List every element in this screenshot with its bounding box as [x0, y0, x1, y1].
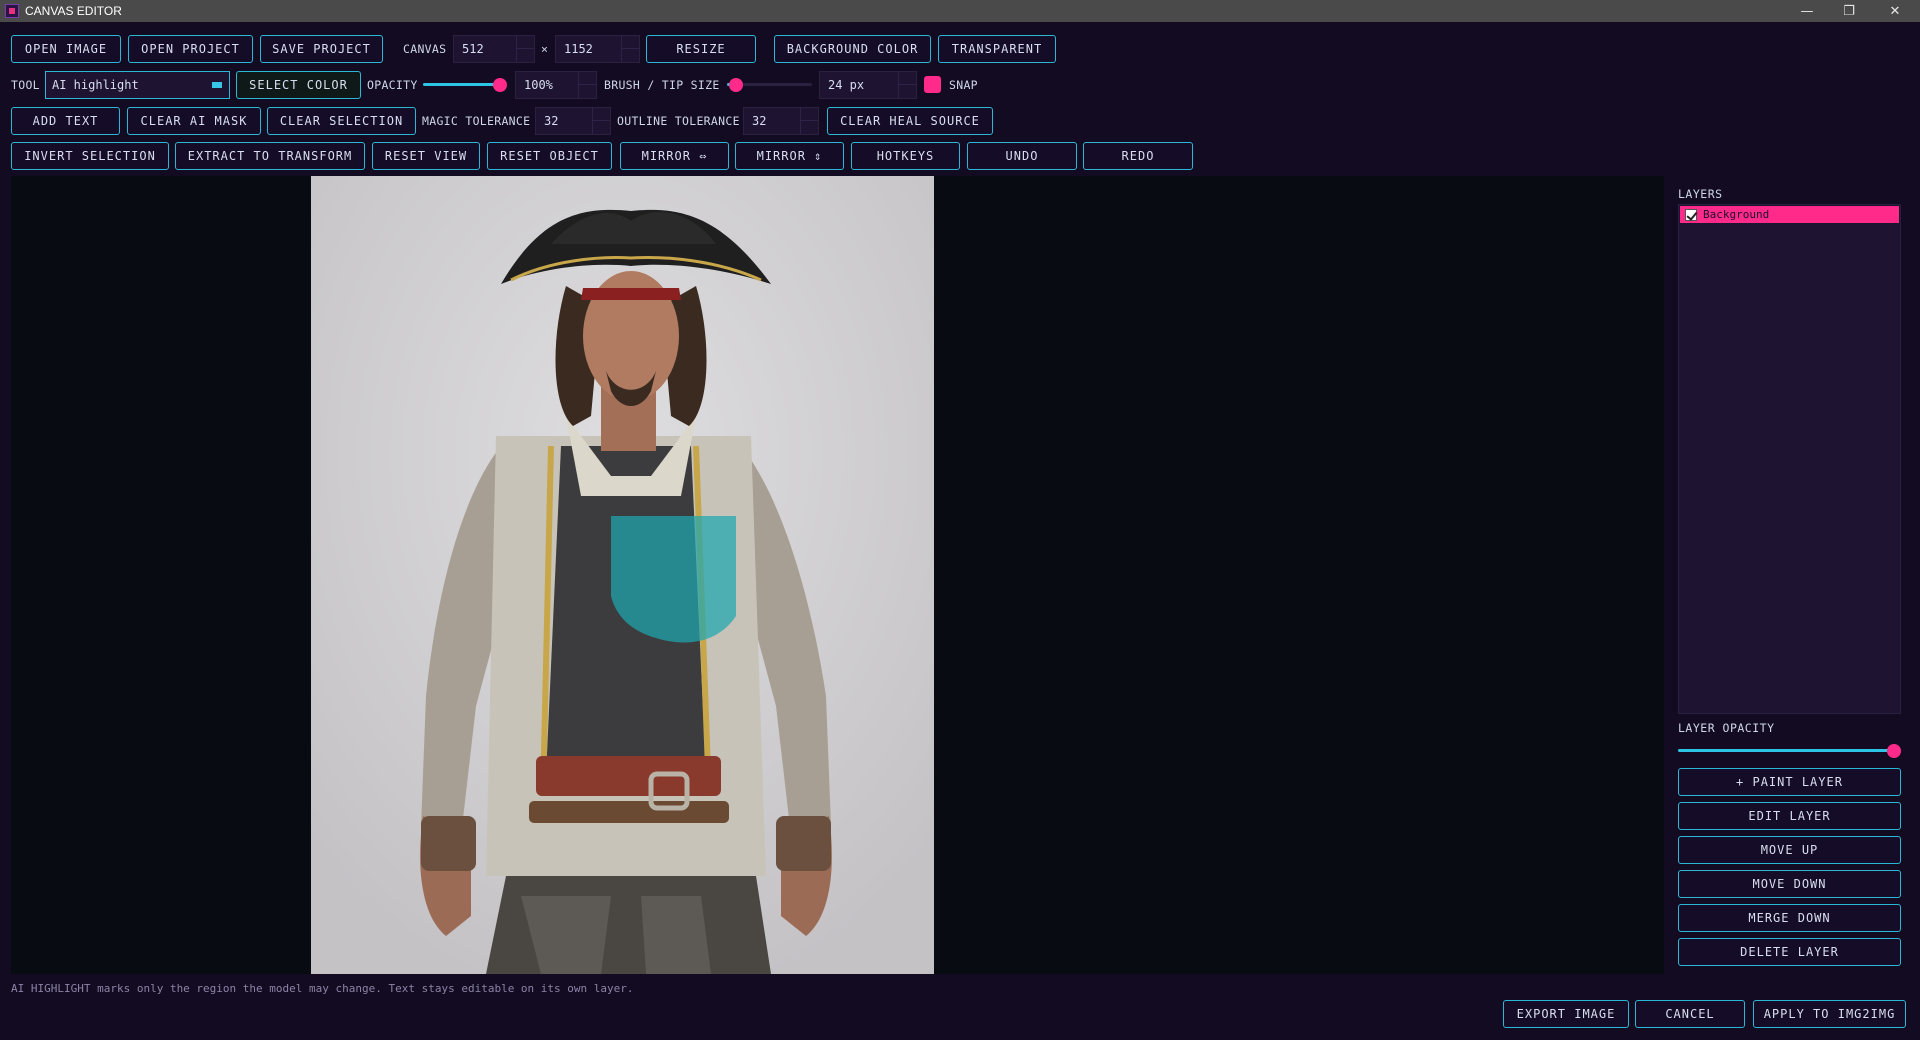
cancel-button[interactable]: CANCEL — [1635, 1000, 1745, 1028]
opacity-spinner[interactable] — [578, 72, 596, 98]
clear-ai-mask-button[interactable]: CLEAR AI MASK — [127, 107, 261, 135]
edit-layer-button[interactable]: EDIT LAYER — [1678, 802, 1901, 830]
canvas-width-spinner[interactable] — [516, 36, 534, 62]
mirror-vertical-button[interactable]: MIRROR ⇕ — [735, 142, 844, 170]
layer-visibility-checkbox[interactable] — [1685, 208, 1697, 221]
canvas-width-value: 512 — [462, 42, 484, 56]
opacity-handle[interactable] — [493, 78, 507, 92]
export-image-button[interactable]: EXPORT IMAGE — [1503, 1000, 1629, 1028]
opacity-value: 100% — [524, 78, 553, 92]
brush-size-spinner[interactable] — [898, 72, 916, 98]
reset-view-button[interactable]: RESET VIEW — [372, 142, 480, 170]
hint-text: AI HIGHLIGHT marks only the region the m… — [11, 982, 634, 995]
background-color-button[interactable]: BACKGROUND COLOR — [774, 35, 931, 63]
delete-layer-button[interactable]: DELETE LAYER — [1678, 938, 1901, 966]
brush-size-handle[interactable] — [728, 78, 743, 92]
magic-tolerance-field[interactable]: 32 — [535, 107, 611, 135]
magic-tolerance-label: MAGIC TOLERANCE — [422, 114, 531, 128]
snap-label: SNAP — [949, 78, 978, 92]
title-bar: CANVAS EDITOR — ❐ ✕ — [0, 0, 1920, 22]
tool-label: TOOL — [11, 78, 40, 92]
layer-name: Background — [1703, 208, 1770, 221]
canvas-image[interactable] — [311, 176, 934, 974]
outline-tolerance-spinner[interactable] — [800, 108, 818, 134]
reset-object-button[interactable]: RESET OBJECT — [487, 142, 612, 170]
canvas-height-value: 1152 — [564, 42, 593, 56]
minimize-icon[interactable]: — — [1784, 0, 1830, 22]
clear-selection-button[interactable]: CLEAR SELECTION — [267, 107, 416, 135]
outline-tolerance-value: 32 — [752, 114, 767, 128]
opacity-slider[interactable] — [423, 76, 507, 94]
opacity-label: OPACITY — [367, 78, 418, 92]
select-color-button[interactable]: SELECT COLOR — [236, 71, 361, 99]
layer-opacity-handle[interactable] — [1887, 744, 1901, 758]
pirate-illustration — [311, 176, 934, 974]
ai-mask-region — [611, 516, 736, 643]
apply-to-img2img-button[interactable]: APPLY TO IMG2IMG — [1753, 1000, 1906, 1028]
redo-button[interactable]: REDO — [1083, 142, 1193, 170]
times-label: × — [541, 42, 549, 56]
opacity-fill — [423, 83, 500, 86]
tool-select[interactable]: AI highlight — [45, 71, 230, 99]
transparent-button[interactable]: TRANSPARENT — [938, 35, 1056, 63]
resize-button[interactable]: RESIZE — [646, 35, 756, 63]
window-title: CANVAS EDITOR — [25, 4, 122, 18]
open-image-button[interactable]: OPEN IMAGE — [11, 35, 121, 63]
layer-row-background[interactable]: Background — [1680, 206, 1899, 223]
snap-checkbox[interactable] — [924, 76, 941, 93]
extract-to-transform-button[interactable]: EXTRACT TO TRANSFORM — [175, 142, 365, 170]
layer-opacity-label: LAYER OPACITY — [1678, 721, 1775, 735]
opacity-field[interactable]: 100% — [515, 71, 597, 99]
brush-size-label: BRUSH / TIP SIZE — [604, 78, 720, 92]
open-project-button[interactable]: OPEN PROJECT — [128, 35, 253, 63]
close-icon[interactable]: ✕ — [1872, 0, 1918, 22]
layers-list[interactable]: Background — [1678, 204, 1901, 714]
magic-tolerance-spinner[interactable] — [592, 108, 610, 134]
restore-icon[interactable]: ❐ — [1826, 0, 1872, 22]
tool-value: AI highlight — [52, 78, 139, 92]
dropdown-icon — [212, 82, 222, 88]
hotkeys-button[interactable]: HOTKEYS — [851, 142, 960, 170]
brush-size-value: 24 px — [828, 78, 865, 92]
merge-down-button[interactable]: MERGE DOWN — [1678, 904, 1901, 932]
layers-title: LAYERS — [1678, 187, 1723, 201]
mirror-horizontal-button[interactable]: MIRROR ⇔ — [620, 142, 729, 170]
undo-button[interactable]: UNDO — [967, 142, 1077, 170]
magic-tolerance-value: 32 — [544, 114, 559, 128]
add-paint-layer-button[interactable]: + PAINT LAYER — [1678, 768, 1901, 796]
save-project-button[interactable]: SAVE PROJECT — [260, 35, 383, 63]
clear-heal-source-button[interactable]: CLEAR HEAL SOURCE — [827, 107, 993, 135]
layer-opacity-fill — [1678, 749, 1894, 752]
brush-size-slider[interactable] — [727, 76, 812, 94]
canvas-height-field[interactable]: 1152 — [555, 35, 640, 63]
brush-size-field[interactable]: 24 px — [819, 71, 917, 99]
canvas-width-field[interactable]: 512 — [453, 35, 535, 63]
app-icon — [5, 4, 19, 18]
move-up-button[interactable]: MOVE UP — [1678, 836, 1901, 864]
canvas-label: CANVAS — [403, 42, 447, 56]
outline-tolerance-label: OUTLINE TOLERANCE — [617, 114, 740, 128]
outline-tolerance-field[interactable]: 32 — [743, 107, 819, 135]
canvas-height-spinner[interactable] — [621, 36, 639, 62]
move-down-button[interactable]: MOVE DOWN — [1678, 870, 1901, 898]
layer-opacity-slider[interactable] — [1678, 742, 1901, 760]
add-text-button[interactable]: ADD TEXT — [11, 107, 120, 135]
invert-selection-button[interactable]: INVERT SELECTION — [11, 142, 169, 170]
